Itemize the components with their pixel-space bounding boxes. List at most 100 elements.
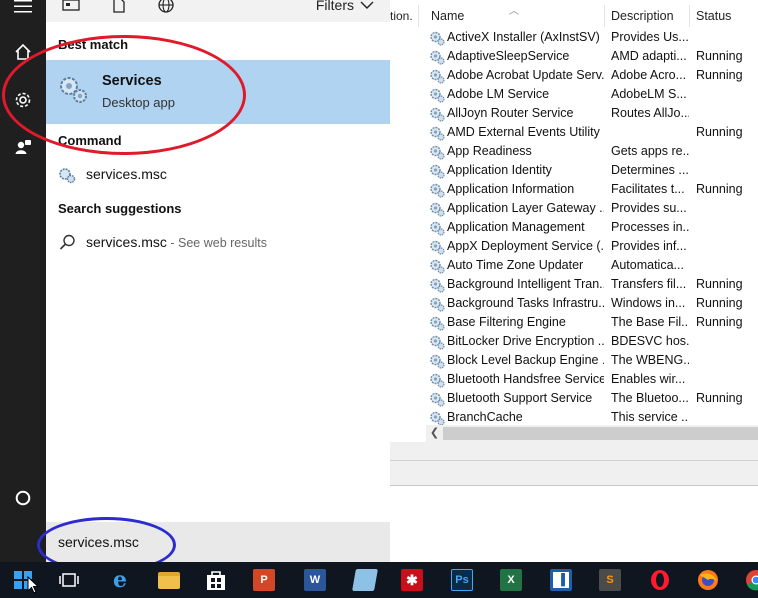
service-row[interactable]: AllJoyn Router Service Routes AllJo... — [390, 104, 758, 123]
service-gear-icon — [430, 126, 445, 141]
scrollbar-thumb[interactable] — [443, 427, 758, 440]
service-name: Bluetooth Handsfree Service — [447, 372, 604, 386]
service-status: Running — [696, 49, 743, 63]
store-icon[interactable] — [196, 562, 236, 598]
sort-ascending-icon: ︿ — [509, 6, 519, 17]
service-row[interactable]: Background Tasks Infrastru... Windows in.… — [390, 294, 758, 313]
column-header-status[interactable]: Status — [696, 0, 758, 28]
service-row[interactable]: Auto Time Zone Updater Automatica... — [390, 256, 758, 275]
service-row[interactable]: Base Filtering Engine The Base Fil... Runn… — [390, 313, 758, 332]
web-search-suggestion[interactable]: services.msc - See web results — [46, 230, 390, 256]
service-status: Running — [696, 68, 743, 82]
service-status: Running — [696, 391, 743, 405]
service-row[interactable]: Application Information Facilitates t... R… — [390, 180, 758, 199]
task-view-icon[interactable] — [49, 562, 89, 598]
service-name: AdaptiveSleepService — [447, 49, 570, 63]
file-explorer-icon[interactable] — [149, 562, 189, 598]
tab-strip-divider — [390, 460, 758, 461]
service-name: Background Intelligent Tran... — [447, 277, 604, 291]
service-description: Adobe Acro... — [611, 68, 687, 82]
chrome-icon[interactable] — [736, 562, 758, 598]
service-status: Running — [696, 125, 743, 139]
command-result-services-msc[interactable]: services.msc — [46, 162, 390, 188]
service-row[interactable]: App Readiness Gets apps re... — [390, 142, 758, 161]
notepad-icon[interactable] — [345, 562, 385, 598]
service-gear-icon — [430, 183, 445, 198]
service-name: Auto Time Zone Updater — [447, 258, 584, 272]
service-description: Enables wir... — [611, 372, 686, 386]
web-globe-icon[interactable] — [157, 0, 175, 16]
service-gear-icon — [430, 88, 445, 103]
service-row[interactable]: Application Management Processes in... — [390, 218, 758, 237]
service-gear-icon — [430, 107, 445, 122]
column-header-description[interactable]: Description — [611, 0, 691, 28]
services-window: tion. Name ︿ Description Status ActiveX … — [390, 0, 758, 562]
service-row[interactable]: Adobe LM Service AdobeLM S... — [390, 85, 758, 104]
acrobat-icon[interactable]: ✱ — [392, 562, 432, 598]
chevron-down-icon — [360, 1, 374, 9]
service-description: Facilitates t... — [611, 182, 685, 196]
service-row[interactable]: Application Layer Gateway ... Provides su… — [390, 199, 758, 218]
firefox-icon[interactable] — [688, 562, 728, 598]
service-row[interactable]: Block Level Backup Engine ... The WBENG..… — [390, 351, 758, 370]
service-name: BitLocker Drive Encryption ... — [447, 334, 604, 348]
documents-filter-icon[interactable] — [110, 0, 128, 16]
service-row[interactable]: AppX Deployment Service (... Provides inf… — [390, 237, 758, 256]
service-row[interactable]: Adobe Acrobat Update Serv... Adobe Acro..… — [390, 66, 758, 85]
filters-dropdown[interactable]: Filters — [316, 0, 374, 13]
word-icon[interactable]: W — [295, 562, 335, 598]
service-gear-icon — [430, 31, 445, 46]
service-gear-icon — [430, 335, 445, 350]
service-name: AppX Deployment Service (... — [447, 239, 604, 253]
service-status: Running — [696, 296, 743, 310]
service-row[interactable]: BitLocker Drive Encryption ... BDESVC hos… — [390, 332, 758, 351]
services-list: ActiveX Installer (AxInstSV) Provides Us.… — [390, 28, 758, 427]
services-list-header: tion. Name ︿ Description Status — [390, 0, 758, 28]
column-separator[interactable] — [418, 5, 419, 27]
service-name: Adobe Acrobat Update Serv... — [447, 68, 604, 82]
cortana-circle-icon[interactable] — [0, 478, 46, 518]
services-gear-small-icon — [59, 168, 76, 184]
excel-icon[interactable]: X — [491, 562, 531, 598]
service-name: AMD External Events Utility — [447, 125, 600, 139]
hamburger-menu-icon[interactable] — [0, 0, 46, 26]
service-row[interactable]: Bluetooth Handsfree Service Enables wir..… — [390, 370, 758, 389]
web-suggestion-query: services.msc — [86, 234, 167, 250]
photoshop-icon[interactable]: Ps — [442, 562, 482, 598]
service-name: Application Identity — [447, 163, 552, 177]
service-row[interactable]: AdaptiveSleepService AMD adapti... Running — [390, 47, 758, 66]
filters-label: Filters — [315, 0, 354, 13]
column-separator[interactable] — [689, 5, 690, 27]
service-row[interactable]: Background Intelligent Tran... Transfers … — [390, 275, 758, 294]
search-suggestions-heading: Search suggestions — [58, 201, 182, 216]
service-description: The WBENG... — [611, 353, 689, 367]
service-name: Block Level Backup Engine ... — [447, 353, 604, 367]
service-name: Base Filtering Engine — [447, 315, 566, 329]
column-separator[interactable] — [604, 5, 605, 27]
edge-icon[interactable]: e — [100, 562, 140, 598]
service-gear-icon — [430, 411, 445, 426]
service-description: The Base Fil... — [611, 315, 689, 329]
service-status: Running — [696, 277, 743, 291]
service-description: BDESVC hos... — [611, 334, 689, 348]
horizontal-scrollbar[interactable]: ❮ — [426, 425, 758, 442]
scroll-left-arrow-icon[interactable]: ❮ — [426, 425, 443, 442]
service-gear-icon — [430, 221, 445, 236]
service-row[interactable]: ActiveX Installer (AxInstSV) Provides Us.… — [390, 28, 758, 47]
service-description: Gets apps re... — [611, 144, 689, 158]
service-row[interactable]: Application Identity Determines ... — [390, 161, 758, 180]
service-row[interactable]: Bluetooth Support Service The Bluetoo... R… — [390, 389, 758, 408]
sublime-icon[interactable]: S — [590, 562, 630, 598]
service-row[interactable]: AMD External Events Utility Running — [390, 123, 758, 142]
web-suggestion-suffix: - See web results — [166, 236, 267, 250]
screen: tion. Name ︿ Description Status ActiveX … — [0, 0, 758, 598]
service-description: AdobeLM S... — [611, 87, 687, 101]
opera-icon[interactable] — [640, 562, 680, 598]
apps-filter-icon[interactable] — [62, 0, 80, 16]
powerpoint-icon[interactable]: P — [244, 562, 284, 598]
service-description: Windows in... — [611, 296, 686, 310]
app-icon[interactable]: ▐ — [541, 562, 581, 598]
service-name: Bluetooth Support Service — [447, 391, 593, 405]
service-description: Determines ... — [611, 163, 689, 177]
service-name: Background Tasks Infrastru... — [447, 296, 604, 310]
